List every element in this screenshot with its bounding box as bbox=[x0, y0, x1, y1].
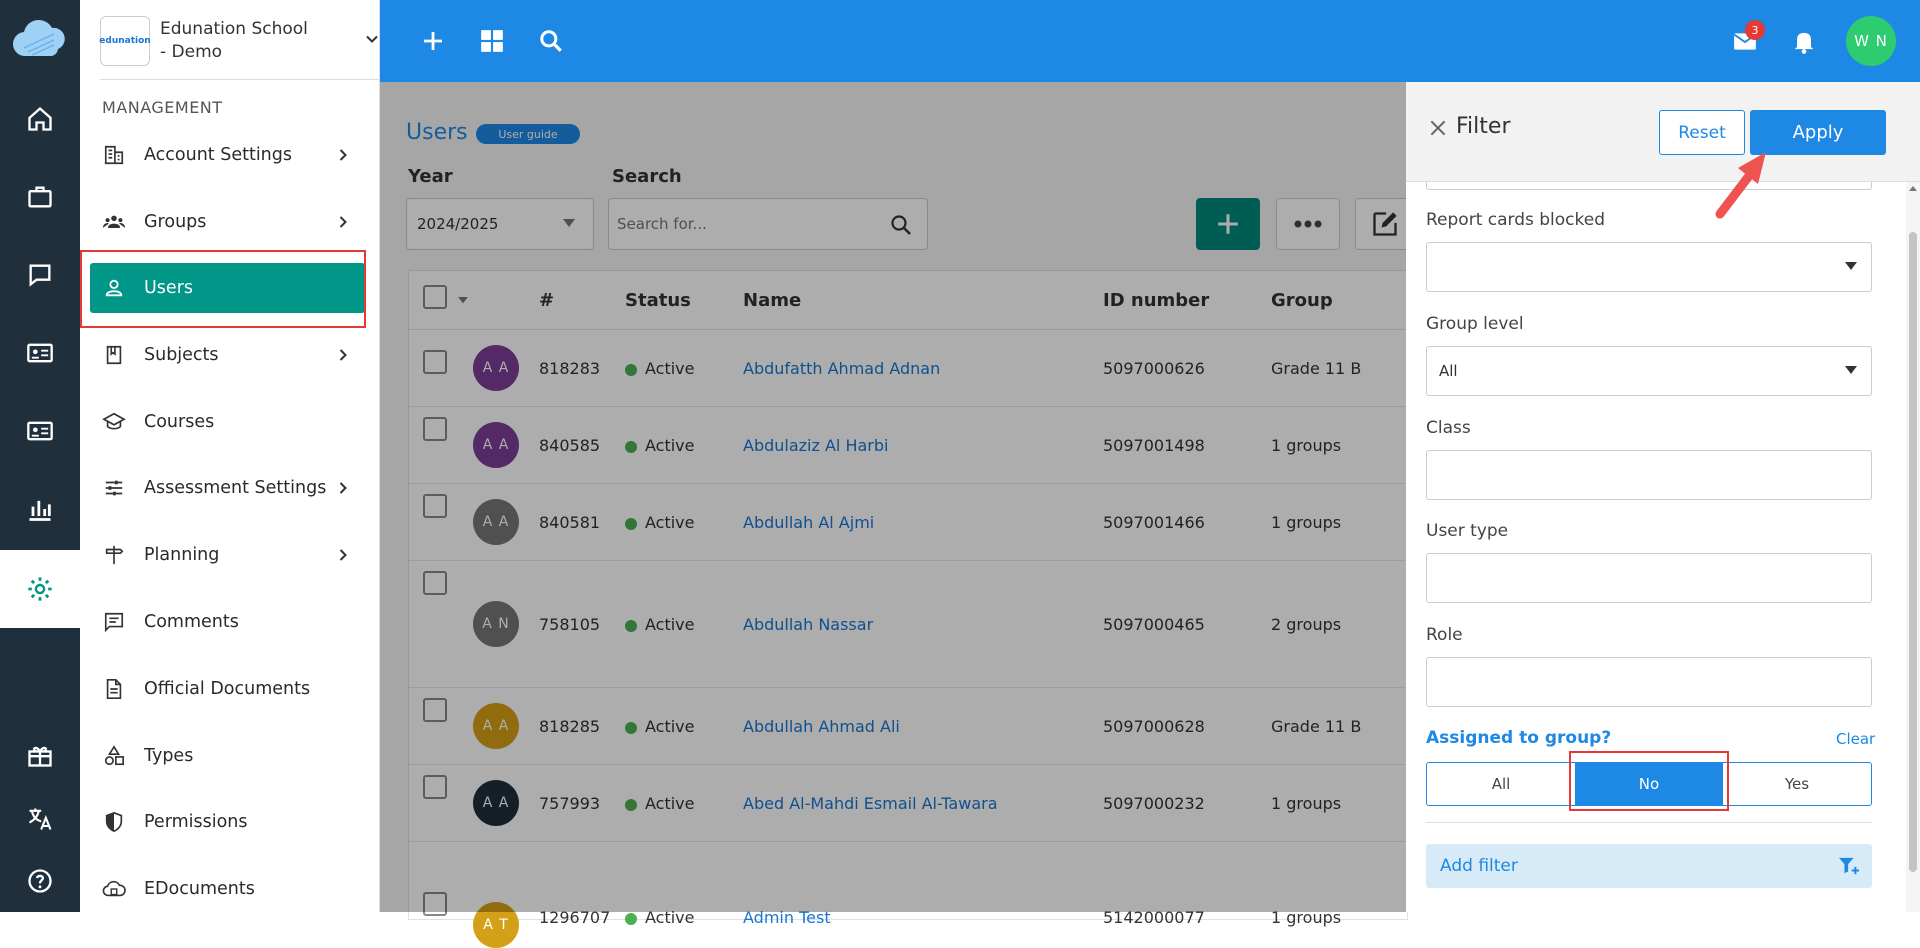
chevron-right-icon bbox=[339, 349, 347, 361]
role-label: Role bbox=[1426, 625, 1463, 645]
apply-button[interactable]: Apply bbox=[1750, 110, 1886, 155]
sidebar-item-courses[interactable]: Courses bbox=[90, 397, 365, 447]
group-level-label: Group level bbox=[1426, 314, 1524, 334]
grid-icon[interactable] bbox=[475, 24, 509, 58]
chevron-right-icon bbox=[339, 482, 347, 494]
add-filter-button[interactable]: Add filter bbox=[1426, 844, 1872, 888]
status-dot bbox=[625, 912, 637, 925]
user-type-label: User type bbox=[1426, 521, 1509, 541]
sidebar-item-label: Types bbox=[144, 746, 194, 766]
sidebar-item-groups[interactable]: Groups bbox=[90, 197, 365, 247]
settings-gear-icon[interactable] bbox=[0, 550, 80, 628]
role-field[interactable] bbox=[1426, 657, 1872, 707]
option-yes[interactable]: Yes bbox=[1723, 763, 1871, 805]
sliders-icon bbox=[102, 476, 126, 500]
sidebar-item-edocuments[interactable]: EDocuments bbox=[90, 864, 365, 914]
bell-icon[interactable] bbox=[1787, 24, 1821, 58]
chat-icon[interactable] bbox=[0, 236, 80, 314]
sidebar-item-label: Planning bbox=[144, 545, 220, 565]
chevron-right-icon bbox=[339, 549, 347, 561]
chevron-down-icon bbox=[366, 35, 378, 43]
report-cards-label: Report cards blocked bbox=[1426, 210, 1606, 230]
filter-plus-icon bbox=[1839, 857, 1859, 875]
sidebar-item-subjects[interactable]: Subjects bbox=[90, 330, 365, 380]
sidebar-item-label: Comments bbox=[144, 612, 239, 632]
sidebar-item-assessment-settings[interactable]: Assessment Settings bbox=[90, 463, 365, 513]
sidebar-item-label: Courses bbox=[144, 412, 215, 432]
clear-link[interactable]: Clear bbox=[1836, 730, 1875, 748]
no-option-highlight-box bbox=[1569, 751, 1729, 811]
section-label: MANAGEMENT bbox=[102, 98, 223, 117]
divider bbox=[1426, 822, 1872, 823]
group-icon bbox=[102, 210, 126, 234]
top-bar bbox=[380, 0, 1920, 82]
building-icon bbox=[102, 143, 126, 167]
scroll-up-icon[interactable] bbox=[1906, 182, 1920, 194]
shield-icon bbox=[102, 810, 126, 834]
class-label: Class bbox=[1426, 418, 1471, 438]
mail-count-badge: 3 bbox=[1745, 20, 1765, 40]
pointer-arrow-icon bbox=[1715, 152, 1766, 219]
sidebar-item-label: Groups bbox=[144, 212, 207, 232]
filter-header: Filter Reset Apply bbox=[1406, 82, 1920, 182]
home-icon[interactable] bbox=[0, 80, 80, 158]
group-level-select[interactable]: All bbox=[1426, 346, 1872, 396]
assigned-to-group-label: Assigned to group? bbox=[1426, 728, 1612, 748]
filter-title: Filter bbox=[1456, 114, 1511, 139]
users-highlight-box bbox=[80, 250, 366, 328]
sidebar-item-official-documents[interactable]: Official Documents bbox=[90, 664, 365, 714]
chevron-right-icon bbox=[339, 216, 347, 228]
group-level-value: All bbox=[1439, 362, 1458, 380]
close-icon[interactable] bbox=[1428, 118, 1448, 138]
search-icon[interactable] bbox=[534, 24, 568, 58]
sidebar-item-planning[interactable]: Planning bbox=[90, 530, 365, 580]
signpost-icon bbox=[102, 543, 126, 567]
filter-scrollbar-thumb[interactable] bbox=[1909, 232, 1917, 872]
sidebar-item-label: Assessment Settings bbox=[144, 478, 327, 498]
caret-down-icon bbox=[1845, 262, 1857, 270]
sidebar-item-label: Subjects bbox=[144, 345, 219, 365]
previous-field-edge bbox=[1426, 182, 1872, 190]
sidebar-item-label: Official Documents bbox=[144, 679, 311, 699]
sidebar-item-permissions[interactable]: Permissions bbox=[90, 797, 365, 847]
sidebar-item-comments[interactable]: Comments bbox=[90, 597, 365, 647]
caret-down-icon bbox=[1845, 366, 1857, 374]
graduation-cap-icon bbox=[102, 410, 126, 434]
management-sidebar: edunation Edunation School - Demo MANAGE… bbox=[80, 0, 456, 914]
sidebar-item-label: EDocuments bbox=[144, 879, 255, 899]
icon-rail bbox=[0, 0, 80, 912]
report-cards-select[interactable] bbox=[1426, 242, 1872, 292]
sidebar-item-types[interactable]: Types bbox=[90, 731, 365, 781]
sidebar-item-account-settings[interactable]: Account Settings bbox=[90, 130, 365, 180]
add-filter-label: Add filter bbox=[1440, 856, 1518, 876]
avatar-initials: A T bbox=[483, 917, 509, 933]
modal-backdrop[interactable] bbox=[380, 82, 1406, 912]
user-type-field[interactable] bbox=[1426, 553, 1872, 603]
sidebar-item-label: Permissions bbox=[144, 812, 248, 832]
id-card-icon[interactable] bbox=[0, 392, 80, 470]
briefcase-icon[interactable] bbox=[0, 158, 80, 236]
class-field[interactable] bbox=[1426, 450, 1872, 500]
user-avatar[interactable]: W N bbox=[1846, 16, 1896, 66]
school-name: Edunation School - Demo bbox=[160, 19, 308, 62]
option-all[interactable]: All bbox=[1427, 763, 1575, 805]
reset-button[interactable]: Reset bbox=[1659, 110, 1745, 155]
cloud-logo-icon[interactable] bbox=[0, 0, 80, 80]
shapes-icon bbox=[102, 744, 126, 768]
cloud-document-icon bbox=[102, 877, 126, 901]
document-icon bbox=[102, 677, 126, 701]
comment-icon bbox=[102, 610, 126, 634]
bar-chart-icon[interactable] bbox=[0, 470, 80, 548]
chevron-right-icon bbox=[339, 149, 347, 161]
plus-icon[interactable] bbox=[416, 24, 450, 58]
school-logo: edunation bbox=[99, 16, 151, 66]
divider bbox=[100, 79, 385, 80]
book-icon bbox=[102, 343, 126, 367]
sidebar-item-label: Account Settings bbox=[144, 145, 292, 165]
help-icon[interactable] bbox=[0, 842, 80, 920]
id-card-icon[interactable] bbox=[0, 314, 80, 392]
